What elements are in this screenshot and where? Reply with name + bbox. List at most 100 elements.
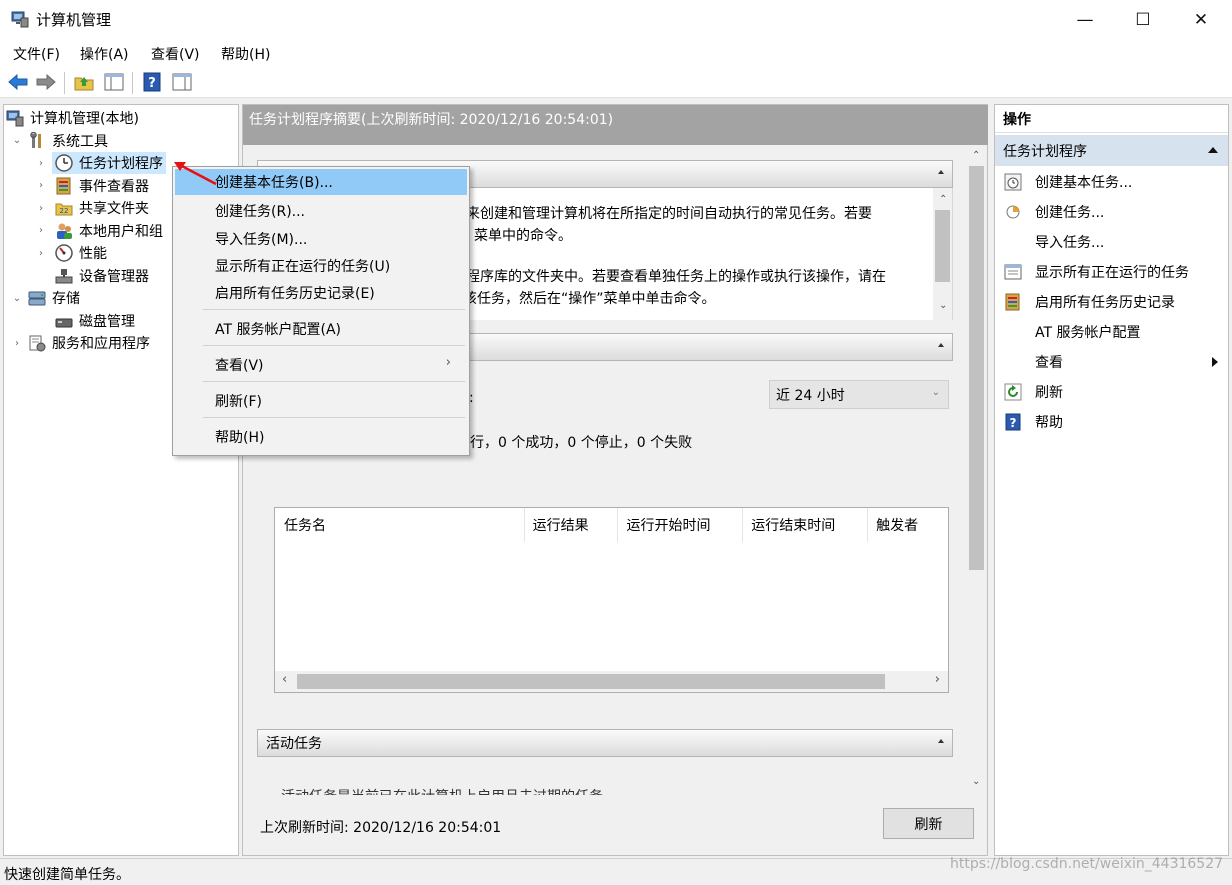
ctx-view[interactable]: 查看(V) › bbox=[175, 352, 467, 378]
active-tasks-section-header[interactable]: 活动任务 bbox=[257, 729, 953, 757]
summary-title: 任务计划程序摘要(上次刷新时间: 2020/12/16 20:54:01) bbox=[249, 112, 614, 128]
back-arrow-icon bbox=[8, 74, 28, 90]
menu-action[interactable]: 操作(A) bbox=[80, 44, 129, 64]
help-icon: ? bbox=[1003, 412, 1023, 432]
show-hide-tree-button[interactable] bbox=[102, 70, 126, 94]
ctx-help[interactable]: 帮助(H) bbox=[175, 424, 467, 450]
tree-label: 存储 bbox=[52, 291, 80, 308]
chevron-right-icon[interactable]: › bbox=[34, 158, 48, 169]
help-button[interactable]: ? bbox=[140, 70, 164, 94]
actions-pane: 操作 任务计划程序 创建基本任务... 创建任务... 导入任务... 显示所有… bbox=[994, 104, 1229, 856]
ctx-at-service-config[interactable]: AT 服务帐户配置(A) bbox=[175, 316, 467, 342]
clock-icon bbox=[55, 154, 73, 172]
collapse-icon[interactable] bbox=[938, 739, 944, 743]
tree-label: 事件查看器 bbox=[79, 178, 149, 195]
computer-management-icon bbox=[6, 109, 24, 127]
chevron-down-icon[interactable]: ⌄ bbox=[10, 293, 24, 304]
column-header-task-name[interactable]: 任务名 bbox=[275, 508, 525, 542]
import-task-icon bbox=[1003, 232, 1023, 252]
ctx-create-task[interactable]: 创建任务(R)... bbox=[175, 198, 467, 224]
collapse-icon[interactable] bbox=[938, 170, 944, 174]
action-show-running[interactable]: 显示所有正在运行的任务 bbox=[995, 257, 1228, 287]
refresh-button[interactable]: 刷新 bbox=[883, 808, 974, 839]
show-hide-action-pane-button[interactable] bbox=[170, 70, 194, 94]
back-button[interactable] bbox=[6, 70, 30, 94]
overview-scrollbar[interactable]: ⌃ ⌄ bbox=[933, 188, 952, 320]
close-button[interactable]: ✕ bbox=[1172, 0, 1230, 40]
scroll-thumb[interactable] bbox=[935, 210, 950, 282]
minimize-icon: — bbox=[1076, 10, 1094, 30]
actions-section-header[interactable]: 任务计划程序 bbox=[995, 135, 1228, 166]
action-help[interactable]: ? 帮助 bbox=[995, 407, 1228, 437]
running-tasks-icon bbox=[1003, 262, 1023, 282]
actions-pane-title: 操作 bbox=[995, 105, 1228, 133]
menu-file[interactable]: 文件(F) bbox=[13, 44, 60, 64]
action-refresh[interactable]: 刷新 bbox=[995, 377, 1228, 407]
column-header-run-start[interactable]: 运行开始时间 bbox=[618, 508, 744, 542]
chevron-down-icon: ⌄ bbox=[931, 387, 940, 398]
table-hscrollbar[interactable]: ‹ › bbox=[275, 671, 948, 692]
scroll-down-icon[interactable]: ⌄ bbox=[972, 776, 980, 787]
window-title: 计算机管理 bbox=[36, 11, 112, 29]
scroll-thumb[interactable] bbox=[297, 674, 885, 689]
ctx-refresh[interactable]: 刷新(F) bbox=[175, 388, 467, 414]
chevron-right-icon[interactable]: › bbox=[34, 248, 48, 259]
column-header-run-end[interactable]: 运行结束时间 bbox=[743, 508, 869, 542]
chevron-right-icon[interactable]: › bbox=[10, 338, 24, 349]
status-summary: 行，0 个成功，0 个停止，0 个失败 bbox=[470, 435, 693, 451]
menu-separator bbox=[203, 345, 465, 346]
tree-label: 任务计划程序 bbox=[79, 156, 163, 173]
period-select[interactable]: 近 24 小时 ⌄ bbox=[769, 380, 949, 409]
menu-view[interactable]: 查看(V) bbox=[151, 44, 200, 64]
collapse-icon[interactable] bbox=[938, 343, 944, 347]
tree-item-system-tools[interactable]: ⌄ 系统工具 bbox=[4, 130, 238, 153]
create-task-icon bbox=[1003, 202, 1023, 222]
action-at-service-config[interactable]: AT 服务帐户配置 bbox=[995, 317, 1228, 347]
column-header-trigger[interactable]: 触发者 bbox=[868, 508, 948, 542]
collapse-icon[interactable] bbox=[1208, 147, 1218, 153]
chevron-down-icon[interactable]: ⌄ bbox=[10, 135, 24, 146]
chevron-right-icon[interactable]: › bbox=[34, 225, 48, 236]
console-tree-icon bbox=[104, 73, 124, 91]
center-scrollbar[interactable]: ⌃ ⌄ bbox=[966, 146, 986, 796]
services-icon bbox=[28, 334, 46, 352]
scroll-thumb[interactable] bbox=[969, 166, 984, 570]
up-folder-button[interactable] bbox=[72, 70, 96, 94]
tree-item-root[interactable]: 计算机管理(本地) bbox=[4, 107, 238, 130]
forward-arrow-icon bbox=[36, 74, 56, 90]
tree-label: 设备管理器 bbox=[79, 268, 149, 285]
maximize-button[interactable]: ☐ bbox=[1114, 0, 1172, 40]
scroll-up-icon[interactable]: ⌃ bbox=[939, 194, 947, 205]
action-view[interactable]: 查看 bbox=[995, 347, 1228, 377]
period-select-value: 近 24 小时 bbox=[776, 387, 845, 404]
scroll-down-icon[interactable]: ⌄ bbox=[939, 300, 947, 311]
menu-help[interactable]: 帮助(H) bbox=[221, 44, 270, 64]
overview-text: 来创建和管理计算机将在所指定的时间自动执行的常见任务。若要 菜单中的命令。 bbox=[466, 206, 872, 244]
menu-separator bbox=[203, 417, 465, 418]
minimize-button[interactable]: — bbox=[1056, 0, 1114, 40]
action-create-task[interactable]: 创建任务... bbox=[995, 197, 1228, 227]
action-create-basic-task[interactable]: 创建基本任务... bbox=[995, 167, 1228, 197]
scroll-right-icon[interactable]: › bbox=[935, 672, 940, 687]
scroll-up-icon[interactable]: ⌃ bbox=[972, 150, 980, 161]
ctx-show-running[interactable]: 显示所有正在运行的任务(U) bbox=[175, 253, 467, 279]
ctx-import-task[interactable]: 导入任务(M)... bbox=[175, 226, 467, 252]
tree-item-selected[interactable]: 任务计划程序 bbox=[52, 152, 166, 175]
column-header-run-result[interactable]: 运行结果 bbox=[525, 508, 619, 542]
tree-label: 系统工具 bbox=[52, 133, 108, 150]
context-menu: 创建基本任务(B)... 创建任务(R)... 导入任务(M)... 显示所有正… bbox=[172, 166, 470, 456]
ctx-enable-history[interactable]: 启用所有任务历史记录(E) bbox=[175, 280, 467, 306]
action-import-task[interactable]: 导入任务... bbox=[995, 227, 1228, 257]
scroll-left-icon[interactable]: ‹ bbox=[282, 672, 287, 687]
view-icon bbox=[1003, 352, 1023, 372]
chevron-right-icon[interactable]: › bbox=[34, 180, 48, 191]
performance-icon bbox=[55, 244, 73, 262]
chevron-right-icon[interactable]: › bbox=[34, 203, 48, 214]
toolbar-separator bbox=[64, 72, 65, 94]
tree-label: 共享文件夹 bbox=[79, 201, 149, 218]
forward-button[interactable] bbox=[34, 70, 58, 94]
action-enable-history[interactable]: 启用所有任务历史记录 bbox=[995, 287, 1228, 317]
toolbar-separator bbox=[132, 72, 133, 94]
task-status-table[interactable]: 任务名 运行结果 运行开始时间 运行结束时间 触发者 ‹ › bbox=[274, 507, 949, 693]
menu-separator bbox=[203, 309, 465, 310]
